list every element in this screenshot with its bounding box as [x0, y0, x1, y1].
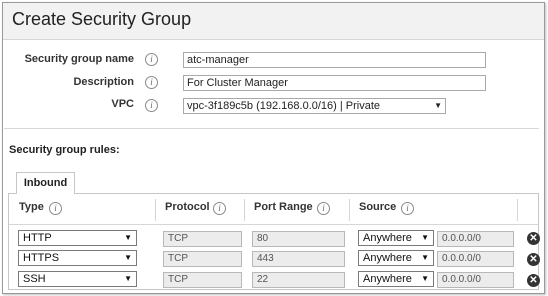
column-header-port-range-label: Port Range [254, 201, 313, 213]
rule-type-select[interactable]: HTTPS ▼ [18, 250, 137, 266]
description-label: Description [73, 76, 134, 88]
column-divider [155, 199, 156, 221]
rule-source-select[interactable]: Anywhere ▼ [358, 250, 434, 266]
column-header-port-range: Port Range [254, 201, 313, 213]
security-group-name-input[interactable]: atc-manager [183, 52, 486, 68]
info-icon[interactable]: i [145, 99, 158, 112]
rule-protocol-field: TCP [163, 231, 242, 247]
rule-source-value: Anywhere [363, 273, 412, 285]
rule-type-value: HTTP [23, 232, 52, 244]
column-divider [349, 199, 350, 221]
rule-port-range-field: 443 [252, 251, 345, 267]
column-divider [244, 199, 245, 221]
column-divider [517, 199, 518, 221]
column-header-protocol-label: Protocol [165, 201, 210, 213]
info-icon[interactable]: i [213, 202, 226, 215]
remove-circle-icon[interactable]: ✕ [527, 253, 540, 266]
section-divider [4, 128, 539, 129]
rule-protocol-field: TCP [163, 251, 242, 267]
rule-type-value: HTTPS [23, 252, 60, 264]
chevron-down-icon: ▼ [421, 253, 429, 262]
rule-source-value: Anywhere [363, 232, 412, 244]
dialog-header: Create Security Group [3, 3, 544, 40]
tab-inbound[interactable]: Inbound [16, 172, 75, 194]
info-icon[interactable]: i [401, 202, 414, 215]
dialog-title: Create Security Group [12, 9, 192, 29]
column-header-type: Type [19, 201, 44, 213]
chevron-down-icon: ▼ [434, 101, 442, 110]
chevron-down-icon: ▼ [124, 274, 132, 283]
rule-type-value: SSH [23, 273, 46, 285]
column-header-type-label: Type [19, 201, 44, 213]
info-icon[interactable]: i [317, 202, 330, 215]
info-icon[interactable]: i [145, 53, 158, 66]
chevron-down-icon: ▼ [124, 253, 132, 262]
column-header-source: Source [359, 201, 396, 213]
rule-port-range-field: 22 [252, 272, 345, 288]
security-group-name-label: Security group name [24, 53, 134, 65]
remove-circle-icon[interactable]: ✕ [527, 232, 540, 245]
rule-source-select[interactable]: Anywhere ▼ [358, 230, 434, 246]
rule-type-select[interactable]: HTTP ▼ [18, 230, 137, 246]
rule-protocol-field: TCP [163, 272, 242, 288]
rule-cidr-field[interactable]: 0.0.0.0/0 [437, 272, 514, 288]
remove-circle-icon[interactable]: ✕ [527, 274, 540, 287]
chevron-down-icon: ▼ [421, 233, 429, 242]
chevron-down-icon: ▼ [124, 233, 132, 242]
rule-cidr-field[interactable]: 0.0.0.0/0 [437, 231, 514, 247]
vpc-select-value: vpc-3f189c5b (192.168.0.0/16) | Private [187, 100, 381, 112]
description-input[interactable]: For Cluster Manager [183, 75, 486, 91]
column-header-source-label: Source [359, 201, 397, 213]
security-group-rules-label: Security group rules: [9, 144, 120, 156]
vpc-select[interactable]: vpc-3f189c5b (192.168.0.0/16) | Private … [183, 98, 446, 114]
rule-port-range-field: 80 [252, 231, 345, 247]
vpc-label: VPC [111, 98, 134, 110]
table-header-rule [9, 224, 538, 225]
chevron-down-icon: ▼ [421, 274, 429, 283]
rule-type-select[interactable]: SSH ▼ [18, 271, 137, 287]
column-header-protocol: Protocol [165, 201, 210, 213]
info-icon[interactable]: i [145, 76, 158, 89]
rule-source-value: Anywhere [363, 252, 412, 264]
info-icon[interactable]: i [49, 202, 62, 215]
rule-source-select[interactable]: Anywhere ▼ [358, 271, 434, 287]
rule-cidr-field[interactable]: 0.0.0.0/0 [437, 251, 514, 267]
